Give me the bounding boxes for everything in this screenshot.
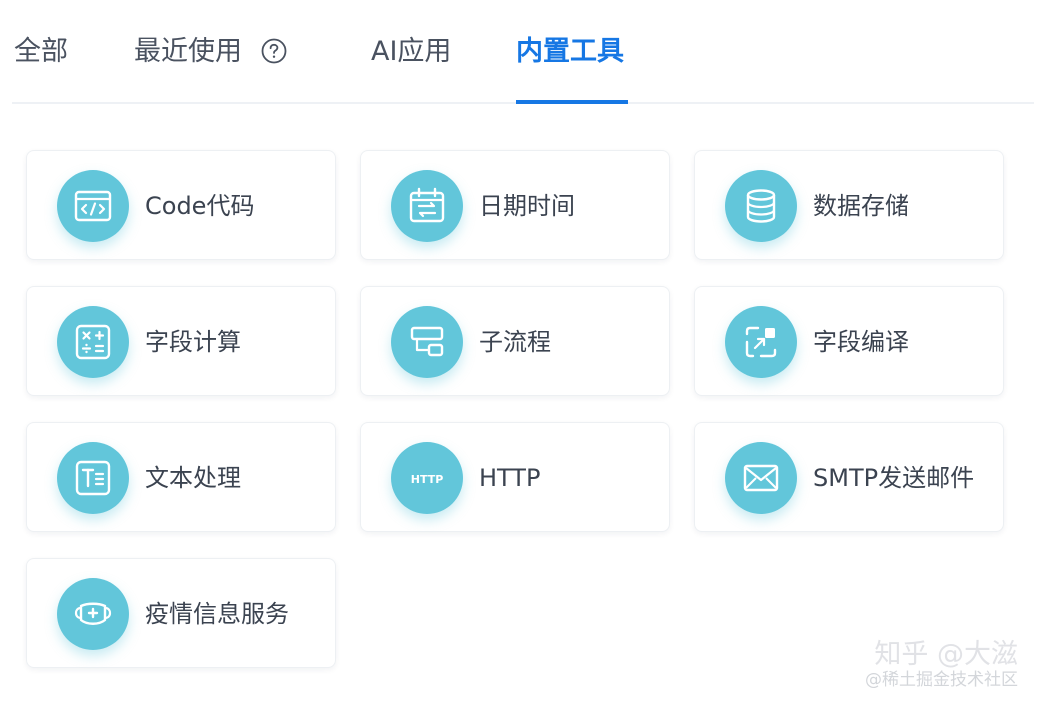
tool-card-field-compile[interactable]: 字段编译 [694,286,1004,396]
field-compile-icon-badge [725,306,797,378]
tool-card-label: Code代码 [145,192,255,220]
text-icon-badge [57,442,129,514]
tool-card-label: 字段编译 [813,328,909,356]
watermark: 知乎 @大滋 @稀土掘金技术社区 [865,639,1018,691]
mask-icon [74,602,112,625]
tool-card-http[interactable]: HTTP HTTP [360,422,670,532]
subflow-icon [410,326,444,357]
database-icon-badge [725,170,797,242]
tab-recent-label: 最近使用 [134,36,242,67]
code-icon [74,190,112,222]
tool-card-label: HTTP [479,464,541,492]
tool-card-label: 日期时间 [479,192,575,220]
active-tab-indicator [516,100,628,104]
tool-card-field-calc[interactable]: 字段计算 [26,286,336,396]
text-icon [75,460,111,496]
tool-card-storage[interactable]: 数据存储 [694,150,1004,260]
tool-card-label: 字段计算 [145,328,241,356]
watermark-line2: @稀土掘金技术社区 [865,670,1018,690]
tab-ai-apps[interactable]: AI应用 [371,32,451,72]
calendar-icon [409,187,445,223]
mail-icon [743,464,779,492]
calculator-icon [75,324,111,360]
tool-card-epidemic[interactable]: 疫情信息服务 [26,558,336,668]
tab-builtin-tools[interactable]: 内置工具 [516,32,624,72]
subflow-icon-badge [391,306,463,378]
mask-icon-badge [57,578,129,650]
tool-card-code[interactable]: Code代码 [26,150,336,260]
tab-recent[interactable]: 最近使用 [134,32,287,72]
tool-card-text[interactable]: 文本处理 [26,422,336,532]
tab-all[interactable]: 全部 [14,32,68,72]
tool-card-smtp[interactable]: SMTP发送邮件 [694,422,1004,532]
field-compile-icon [745,326,777,358]
tool-card-label: 数据存储 [813,192,909,220]
watermark-line1: 知乎 @大滋 [874,639,1018,670]
tool-card-label: 疫情信息服务 [145,600,289,628]
http-icon-badge: HTTP [391,442,463,514]
mail-icon-badge [725,442,797,514]
tool-card-subflow[interactable]: 子流程 [360,286,670,396]
database-icon [746,189,776,223]
tab-bar: 全部 最近使用 AI应用 内置工具 [0,0,1038,104]
help-circle-icon[interactable] [261,38,287,64]
calculator-icon-badge [57,306,129,378]
http-icon: HTTP [411,473,444,486]
tool-card-label: 子流程 [479,328,551,356]
tool-card-datetime[interactable]: 日期时间 [360,150,670,260]
calendar-icon-badge [391,170,463,242]
tool-card-label: SMTP发送邮件 [813,464,975,492]
tool-card-label: 文本处理 [145,464,241,492]
code-icon-badge [57,170,129,242]
svg-text:HTTP: HTTP [411,473,444,486]
